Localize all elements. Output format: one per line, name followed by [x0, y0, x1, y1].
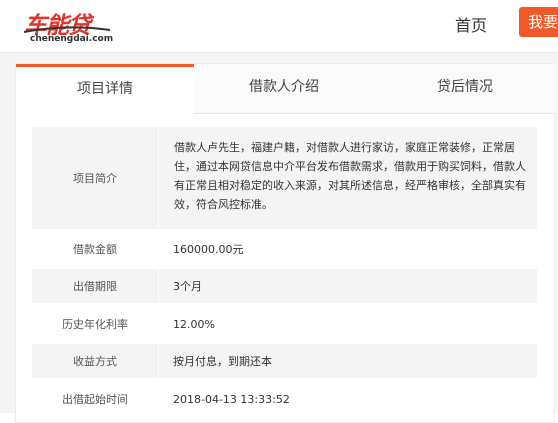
- repayment-value: 按月付息，到期还本: [159, 344, 537, 378]
- term-label: 出借期限: [32, 269, 158, 303]
- tab-bar: 项目详情 借款人介绍 贷后情况: [16, 64, 556, 114]
- rate-label: 历史年化利率: [62, 318, 128, 331]
- repayment-label: 收益方式: [32, 344, 158, 378]
- nav-cta-button[interactable]: 我要: [519, 7, 558, 37]
- tab-post-loan[interactable]: 贷后情况: [374, 64, 556, 114]
- amount-value: 160000.00元: [173, 243, 244, 256]
- intro-label: 项目简介: [32, 127, 158, 229]
- amount-label: 借款金额: [73, 243, 117, 256]
- project-panel: 项目详情 借款人介绍 贷后情况 项目简介 借款人卢先生，福建户籍，对借款人进行家…: [15, 63, 556, 423]
- site-header: 车能贷 chenengdai.com 首页 我要: [0, 0, 558, 53]
- start-time-label: 出借起始时间: [62, 393, 128, 406]
- tab-borrower-intro[interactable]: 借款人介绍: [194, 64, 374, 114]
- term-value: 3个月: [159, 269, 537, 303]
- rate-value: 12.00%: [173, 317, 215, 331]
- logo-swoosh-icon: [23, 26, 111, 33]
- start-time-value: 2018-04-13 13:33:52: [173, 392, 290, 406]
- logo-domain: chenengdai.com: [30, 34, 114, 44]
- tab-project-details[interactable]: 项目详情: [16, 64, 194, 114]
- nav-home-link[interactable]: 首页: [455, 12, 487, 36]
- content-background: 项目详情 借款人介绍 贷后情况 项目简介 借款人卢先生，福建户籍，对借款人进行家…: [0, 53, 558, 423]
- site-logo[interactable]: 车能贷 chenengdai.com: [22, 6, 114, 46]
- intro-text: 借款人卢先生，福建户籍，对借款人进行家访，家庭正常装修，正常居住，通过本网贷信息…: [159, 127, 537, 229]
